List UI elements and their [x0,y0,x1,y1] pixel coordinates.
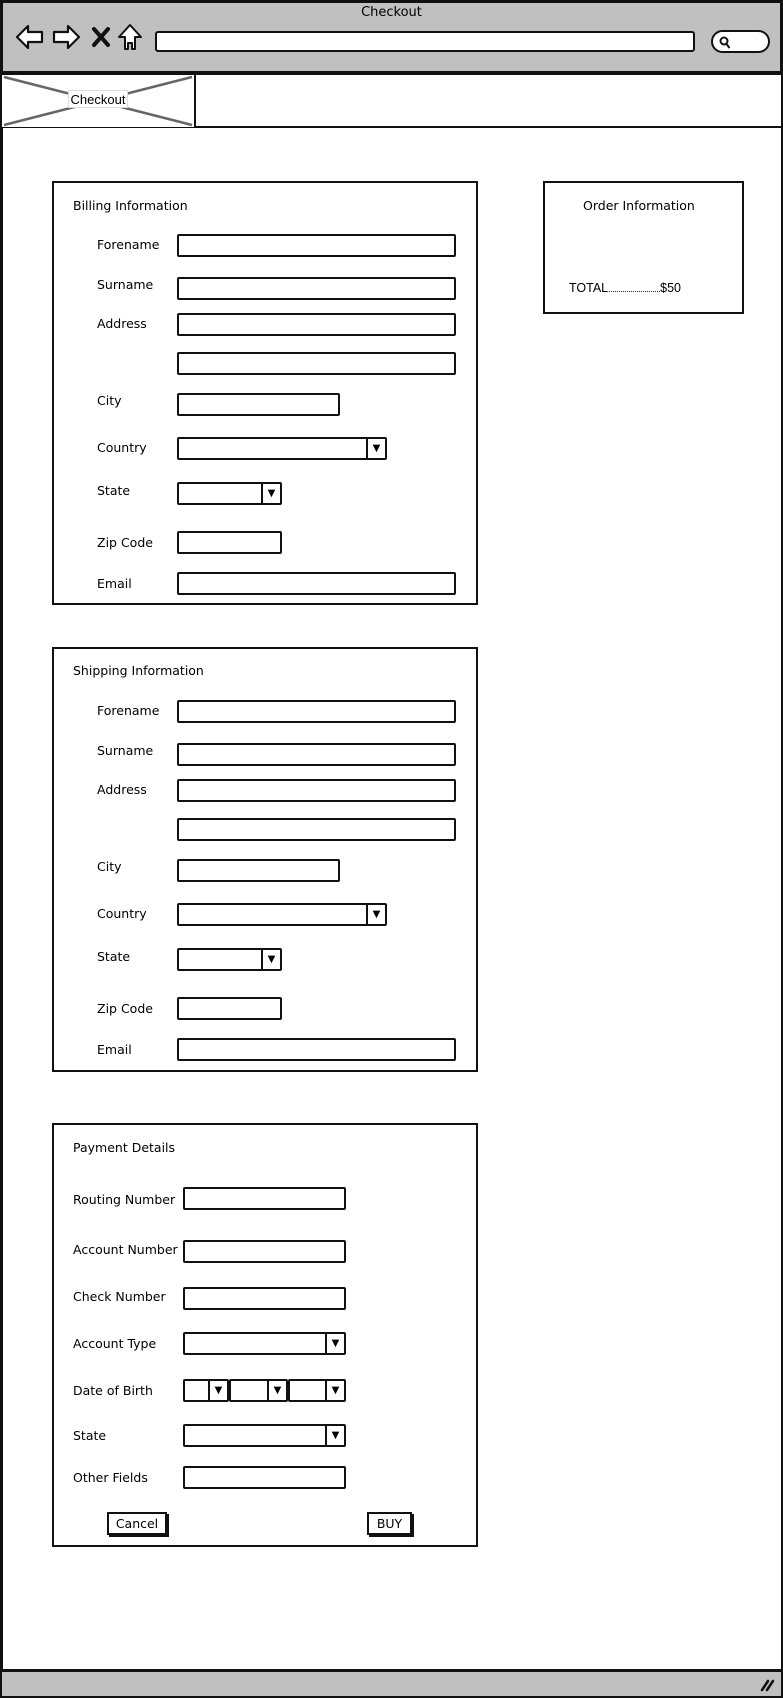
browser-search-box[interactable] [711,30,770,53]
resize-grip-icon[interactable] [760,1678,776,1692]
other-fields-label: Other Fields [73,1470,148,1485]
search-icon [719,36,731,49]
billing-country-select[interactable]: ▼ [177,437,387,460]
shipping-state-select[interactable]: ▼ [177,948,282,971]
total-leader: .......................... [608,284,661,294]
order-total: TOTAL..........................$50 [569,281,681,295]
chevron-down-icon: ▼ [366,439,385,458]
billing-email-input[interactable] [177,572,456,595]
account-type-label: Account Type [73,1336,157,1351]
shipping-zip-input[interactable] [177,997,282,1020]
buy-button[interactable]: BUY [367,1512,412,1535]
chevron-down-icon: ▼ [261,950,280,969]
payment-state-label: State [73,1428,107,1443]
chevron-down-icon: ▼ [208,1381,227,1400]
total-value: $50 [660,281,682,295]
shipping-zip-label: Zip Code [97,1001,153,1016]
shipping-address-label: Address [97,782,147,797]
tab-label: Checkout [68,90,128,108]
account-number-label: Account Number [73,1242,178,1257]
billing-country-label: Country [97,440,147,455]
shipping-city-input[interactable] [177,859,340,882]
back-arrow-icon[interactable] [15,22,45,52]
routing-number-label: Routing Number [73,1192,176,1207]
payment-title: Payment Details [73,1140,176,1155]
billing-state-select[interactable]: ▼ [177,482,282,505]
shipping-surname-label: Surname [97,743,154,758]
forward-arrow-icon[interactable] [51,22,81,52]
account-type-select[interactable]: ▼ [183,1332,346,1355]
dob-day-select[interactable]: ▼ [183,1379,229,1402]
total-label: TOTAL [569,281,609,295]
billing-surname-input[interactable] [177,277,456,300]
billing-address-label: Address [97,316,147,331]
check-number-input[interactable] [183,1287,346,1310]
dob-year-select[interactable]: ▼ [288,1379,346,1402]
shipping-city-label: City [97,859,122,874]
check-number-label: Check Number [73,1289,166,1304]
account-number-input[interactable] [183,1240,346,1263]
shipping-forename-input[interactable] [177,700,456,723]
status-bar [0,1669,783,1698]
billing-city-input[interactable] [177,393,340,416]
home-icon[interactable] [116,22,144,52]
chevron-down-icon: ▼ [325,1381,344,1400]
chevron-down-icon: ▼ [325,1426,344,1445]
shipping-forename-label: Forename [97,703,160,718]
shipping-country-select[interactable]: ▼ [177,903,387,926]
billing-address-line2-input[interactable] [177,352,456,375]
billing-email-label: Email [97,576,132,591]
billing-state-label: State [97,483,131,498]
cancel-button[interactable]: Cancel [107,1512,167,1535]
billing-forename-label: Forename [97,237,160,252]
shipping-state-label: State [97,949,131,964]
other-fields-input[interactable] [183,1466,346,1489]
payment-state-select[interactable]: ▼ [183,1424,346,1447]
billing-surname-label: Surname [97,277,154,292]
chevron-down-icon: ▼ [325,1334,344,1353]
date-of-birth-label: Date of Birth [73,1383,153,1398]
billing-title: Billing Information [73,198,188,213]
chevron-down-icon: ▼ [267,1381,286,1400]
routing-number-input[interactable] [183,1187,346,1210]
shipping-address-line2-input[interactable] [177,818,456,841]
chevron-down-icon: ▼ [366,905,385,924]
shipping-title: Shipping Information [73,663,204,678]
shipping-surname-input[interactable] [177,743,456,766]
dob-month-select[interactable]: ▼ [229,1379,288,1402]
billing-forename-input[interactable] [177,234,456,257]
close-icon[interactable] [88,22,114,52]
shipping-address-line1-input[interactable] [177,779,456,802]
chevron-down-icon: ▼ [261,484,280,503]
billing-zip-label: Zip Code [97,535,153,550]
window-title: Checkout [361,5,422,20]
billing-zip-input[interactable] [177,531,282,554]
shipping-email-label: Email [97,1042,132,1057]
billing-city-label: City [97,393,122,408]
url-bar[interactable] [155,31,695,52]
order-title: Order Information [583,198,695,213]
shipping-country-label: Country [97,906,147,921]
billing-address-line1-input[interactable] [177,313,456,336]
shipping-email-input[interactable] [177,1038,456,1061]
